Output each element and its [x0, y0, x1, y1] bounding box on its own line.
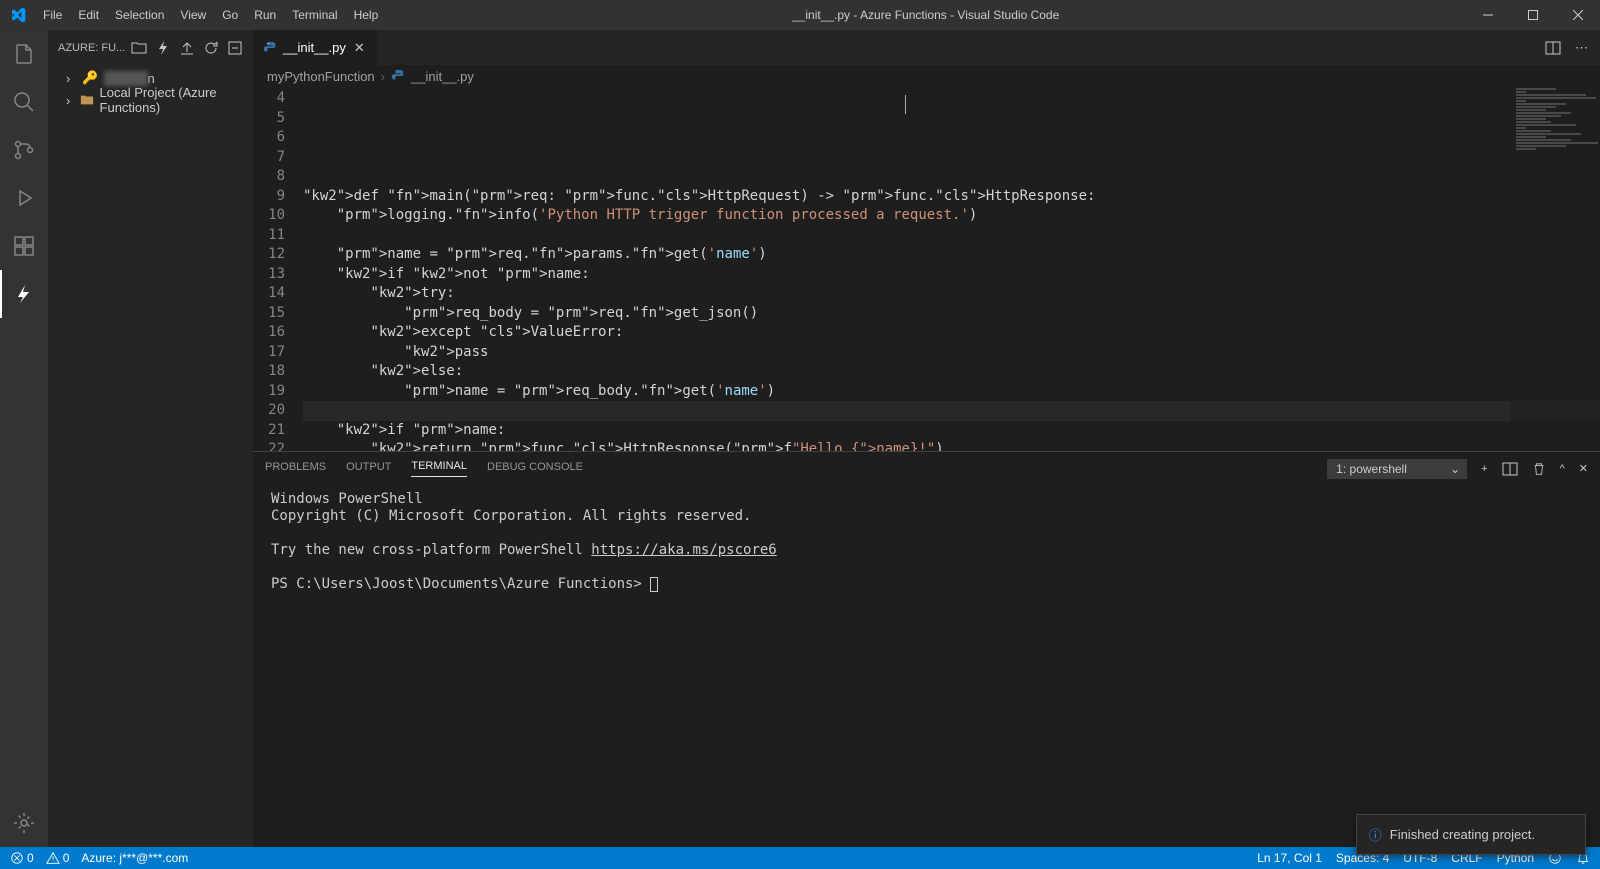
chevron-right-icon: › [381, 69, 385, 84]
menu-help[interactable]: Help [346, 0, 387, 30]
activity-bar [0, 30, 48, 847]
more-icon[interactable]: ⋯ [1575, 40, 1588, 56]
source-control-tab[interactable] [0, 126, 48, 174]
tree-label: Local Project (Azure Functions) [100, 85, 253, 115]
panel-tab-problems[interactable]: PROBLEMS [265, 461, 326, 477]
close-button[interactable] [1555, 0, 1600, 30]
terminal-selector[interactable]: 1: powershell⌄ [1327, 459, 1467, 479]
menu-terminal[interactable]: Terminal [284, 0, 345, 30]
collapse-icon[interactable] [227, 40, 243, 56]
editor-area: __init__.py ✕ ⋯ myPythonFunction › __ini… [253, 30, 1600, 847]
panel-tab-terminal[interactable]: TERMINAL [411, 460, 467, 477]
tabs-bar: __init__.py ✕ ⋯ [253, 30, 1600, 65]
terminal-cursor [650, 577, 658, 592]
notification-toast[interactable]: ⓘ Finished creating project. [1356, 814, 1586, 855]
tab-init-py[interactable]: __init__.py ✕ [253, 30, 378, 65]
panel-tabs: PROBLEMS OUTPUT TERMINAL DEBUG CONSOLE 1… [253, 452, 1600, 485]
text-cursor [905, 95, 906, 114]
chevron-down-icon: ⌄ [1450, 462, 1460, 476]
panel-tab-debug-console[interactable]: DEBUG CONSOLE [487, 461, 583, 477]
split-terminal-icon[interactable] [1502, 461, 1518, 477]
kill-terminal-icon[interactable] [1532, 462, 1546, 476]
split-editor-icon[interactable] [1545, 40, 1561, 56]
titlebar: File Edit Selection View Go Run Terminal… [0, 0, 1600, 30]
folder-icon [80, 93, 94, 107]
window-title: __init__.py - Azure Functions - Visual S… [386, 8, 1465, 22]
info-icon: ⓘ [1369, 825, 1382, 844]
minimap[interactable] [1510, 87, 1600, 451]
sidebar-header: AZURE: FU... [48, 30, 253, 65]
run-debug-tab[interactable] [0, 174, 48, 222]
vscode-icon [0, 7, 35, 23]
status-azure-account[interactable]: Azure: j***@***.com [81, 851, 188, 865]
menu-go[interactable]: Go [214, 0, 246, 30]
breadcrumb-item[interactable]: myPythonFunction [267, 69, 375, 84]
python-icon [263, 41, 277, 55]
panel: PROBLEMS OUTPUT TERMINAL DEBUG CONSOLE 1… [253, 451, 1600, 847]
sidebar: AZURE: FU... › 🔑 IIIIIIIIIIIIn › Local P… [48, 30, 253, 847]
close-panel-icon[interactable]: ✕ [1579, 462, 1588, 475]
lightning-icon[interactable] [155, 40, 171, 56]
new-terminal-icon[interactable]: + [1481, 463, 1487, 475]
settings-gear-icon[interactable] [0, 799, 48, 847]
editor[interactable]: 456789101112131415161718192021222324 "kw… [253, 87, 1600, 451]
menu-run[interactable]: Run [246, 0, 284, 30]
azure-tab[interactable] [0, 270, 48, 318]
new-folder-icon[interactable] [131, 40, 147, 56]
tab-close-icon[interactable]: ✕ [352, 38, 367, 58]
status-ln-col[interactable]: Ln 17, Col 1 [1257, 851, 1322, 865]
terminal[interactable]: Windows PowerShell Copyright (C) Microso… [253, 485, 1600, 847]
maximize-button[interactable] [1510, 0, 1555, 30]
status-errors[interactable]: 0 [10, 851, 34, 865]
menu-bar: File Edit Selection View Go Run Terminal… [35, 0, 386, 30]
tab-label: __init__.py [283, 40, 346, 55]
tree-label: IIIIIIIIIIII [104, 71, 147, 86]
chevron-right-icon: › [66, 71, 82, 86]
extensions-tab[interactable] [0, 222, 48, 270]
terminal-link[interactable]: https://aka.ms/pscore6 [591, 542, 776, 558]
maximize-panel-icon[interactable]: ^ [1560, 463, 1565, 475]
breadcrumb[interactable]: myPythonFunction › __init__.py [253, 65, 1600, 87]
upload-icon[interactable] [179, 40, 195, 56]
minimize-button[interactable] [1465, 0, 1510, 30]
chevron-right-icon: › [66, 93, 80, 108]
search-tab[interactable] [0, 78, 48, 126]
menu-file[interactable]: File [35, 0, 70, 30]
menu-view[interactable]: View [172, 0, 214, 30]
explorer-tab[interactable] [0, 30, 48, 78]
refresh-icon[interactable] [203, 40, 219, 56]
line-numbers: 456789101112131415161718192021222324 [253, 87, 303, 451]
status-warnings[interactable]: 0 [46, 851, 70, 865]
tree-item-local-project[interactable]: › Local Project (Azure Functions) [48, 89, 253, 111]
sidebar-title: AZURE: FU... [58, 42, 131, 54]
breadcrumb-item[interactable]: __init__.py [411, 69, 474, 84]
tree-view: › 🔑 IIIIIIIIIIIIn › Local Project (Azure… [48, 65, 253, 113]
toast-message: Finished creating project. [1390, 827, 1535, 842]
menu-edit[interactable]: Edit [70, 0, 107, 30]
code-content[interactable]: "kw2">def "fn">main("prm">req: "prm">fun… [303, 87, 1600, 451]
panel-tab-output[interactable]: OUTPUT [346, 461, 391, 477]
python-icon [391, 69, 405, 83]
menu-selection[interactable]: Selection [107, 0, 172, 30]
key-icon: 🔑 [82, 70, 98, 86]
